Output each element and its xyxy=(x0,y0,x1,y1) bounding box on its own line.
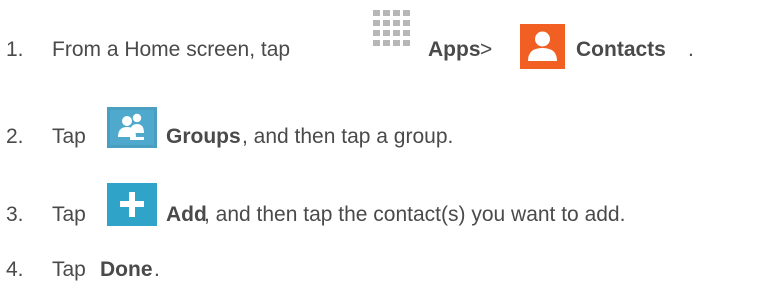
step-1: 1. From a Home screen, tap Apps > Contac… xyxy=(0,10,758,80)
step-text: From a Home screen, tap xyxy=(52,38,291,61)
apps-grid-icon xyxy=(373,10,410,46)
step-text: , and then tap the contact(s) you want t… xyxy=(204,203,626,226)
step-number: 1. xyxy=(6,38,24,61)
groups-label: Groups xyxy=(166,125,241,148)
step-2: 2. Tap Groups , and then tap a group. xyxy=(0,107,758,155)
apps-label: Apps xyxy=(428,38,481,61)
add-plus-icon xyxy=(107,183,157,226)
step-4: 4. Tap Done . xyxy=(0,254,758,284)
step-text: Tap xyxy=(52,258,86,281)
step-number: 2. xyxy=(6,125,24,148)
done-label: Done xyxy=(100,258,153,281)
step-text: . xyxy=(688,38,694,61)
step-text: . xyxy=(154,258,160,281)
step-number: 4. xyxy=(6,258,24,281)
step-text: , and then tap a group. xyxy=(242,125,454,148)
step-text: Tap xyxy=(52,125,86,148)
add-label: Add xyxy=(166,203,207,226)
contacts-person-icon xyxy=(520,24,565,69)
step-text: Tap xyxy=(52,203,86,226)
contacts-label: Contacts xyxy=(576,38,666,61)
step-3: 3. Tap Add , and then tap the contact(s)… xyxy=(0,183,758,233)
groups-icon xyxy=(107,107,157,148)
step-text: > xyxy=(480,38,493,61)
step-number: 3. xyxy=(6,203,24,226)
